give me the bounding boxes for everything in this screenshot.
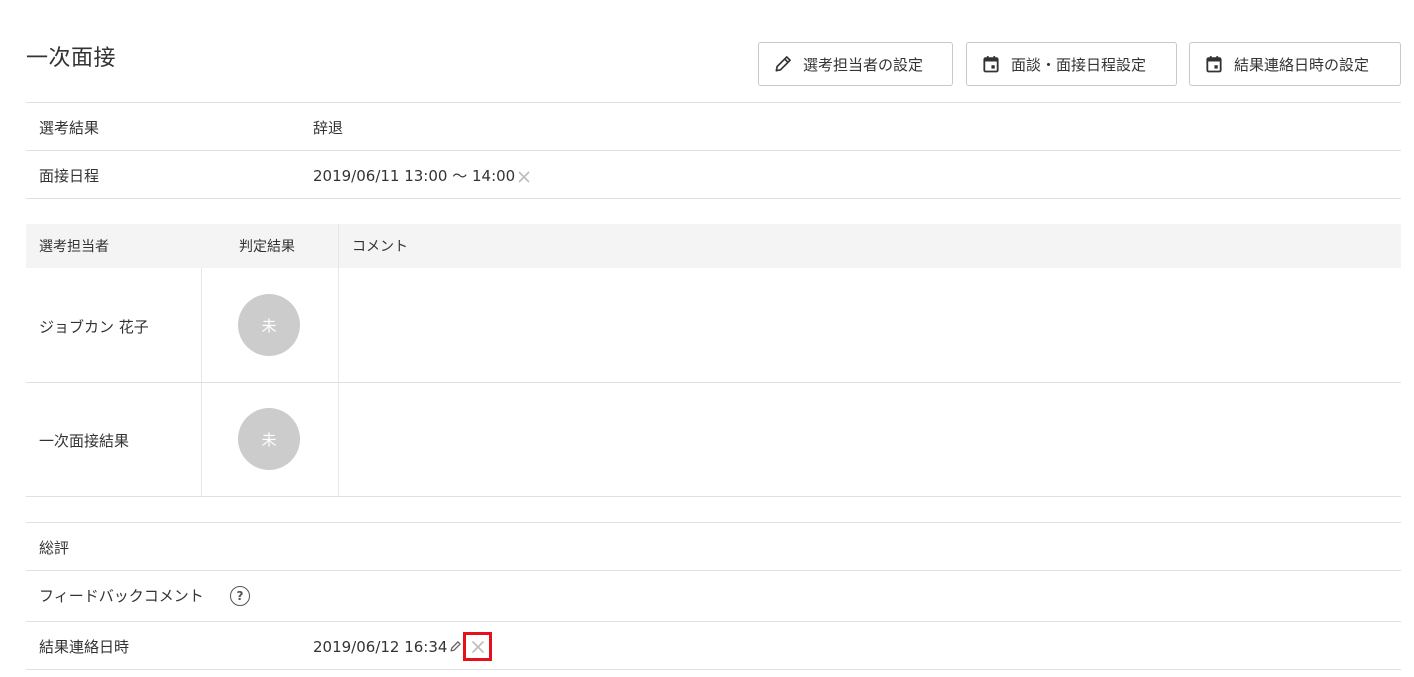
schedule-setting-label: 面談・面接日程設定 [1011,55,1147,74]
divider [26,570,1401,571]
overall-label: 総評 [39,539,70,557]
schedule-value: 2019/06/11 13:00 〜 14:00 [313,167,516,185]
divider [26,102,1401,103]
header-evaluator: 選考担当者 [39,239,109,255]
contact-datetime-field-label: 結果連絡日時 [39,638,130,656]
schedule-value-row: 2019/06/11 13:00 〜 14:00 [313,165,531,186]
evaluator-table-header [26,224,1401,268]
interview-panel: 一次面接 選考担当者の設定 面談・面接日程設定 結果連絡日時の設定 選考結果 辞… [0,0,1414,677]
evaluator-name: 一次面接結果 [39,432,130,450]
schedule-setting-button[interactable]: 面談・面接日程設定 [966,42,1177,86]
divider [26,150,1401,151]
help-icon[interactable]: ? [230,586,250,606]
header-judgement: 判定結果 [239,239,295,255]
delete-contact-datetime-button[interactable] [463,632,493,661]
close-icon [471,640,485,653]
assign-evaluator-label: 選考担当者の設定 [803,55,924,74]
pencil-icon[interactable] [449,640,462,653]
feedback-label: フィードバックコメント [39,587,204,605]
divider [26,522,1401,523]
divider [26,496,1401,497]
result-label: 選考結果 [39,119,100,137]
assign-evaluator-button[interactable]: 選考担当者の設定 [758,42,953,86]
contact-datetime-label: 結果連絡日時の設定 [1234,55,1370,74]
calendar-icon [983,56,999,73]
header-comment: コメント [352,239,408,255]
calendar-icon [1206,56,1222,73]
divider [26,669,1401,670]
contact-datetime-button[interactable]: 結果連絡日時の設定 [1189,42,1401,86]
divider [26,382,1401,383]
divider [26,198,1401,199]
contact-datetime-value: 2019/06/12 16:34 [313,637,448,656]
result-value: 辞退 [313,119,344,137]
close-icon[interactable] [517,170,531,184]
schedule-label: 面接日程 [39,167,100,185]
divider [26,621,1401,622]
contact-datetime-value-row: 2019/06/12 16:34 [313,632,493,661]
judgement-badge[interactable]: 未 [238,408,300,470]
column-divider [338,224,339,496]
section-title: 一次面接 [26,46,117,71]
judgement-badge[interactable]: 未 [238,294,300,356]
evaluator-name: ジョブカン 花子 [39,318,149,336]
pencil-icon [775,56,791,72]
